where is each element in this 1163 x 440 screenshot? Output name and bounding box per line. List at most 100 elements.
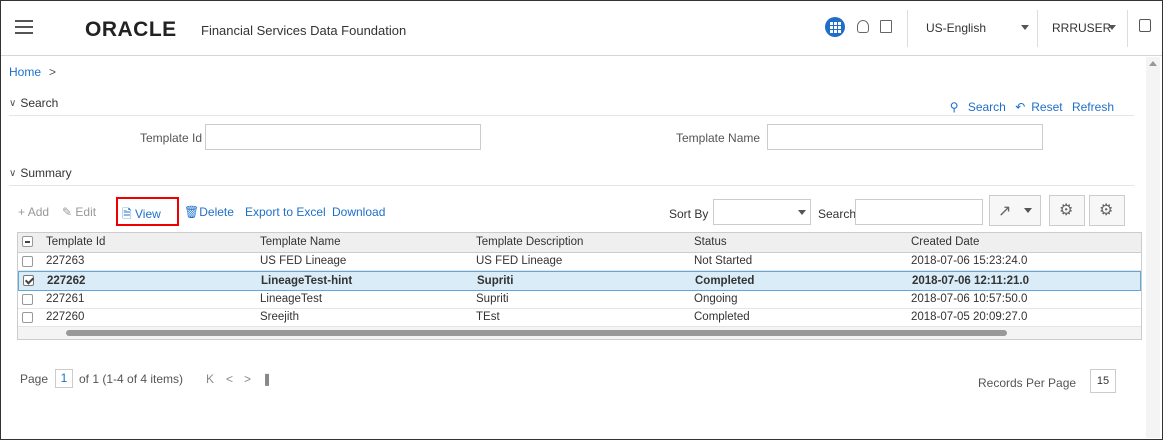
templates-table: Template Id Template Name Template Descr… (17, 232, 1142, 340)
column-header-created-date[interactable]: Created Date (911, 236, 979, 248)
previous-page-icon[interactable]: < (226, 372, 233, 386)
column-header-template-name[interactable]: Template Name (260, 236, 341, 248)
last-page-icon[interactable]: ❚ (262, 372, 272, 386)
scrollbar-thumb[interactable] (66, 330, 1007, 336)
breadcrumb: Home > (9, 65, 56, 79)
table-row[interactable]: 227261 LineageTest Supriti Ongoing 2018-… (18, 291, 1141, 309)
cell-template-description: TEst (476, 311, 500, 323)
add-button[interactable]: + Add (18, 205, 49, 219)
edit-label: Edit (75, 205, 97, 219)
template-id-input[interactable] (205, 124, 481, 150)
delete-label: Delete (199, 205, 234, 219)
template-id-label: Template Id (140, 131, 203, 145)
cell-created-date: 2018-07-06 12:11:21.0 (912, 275, 1030, 287)
header-divider (1037, 10, 1038, 47)
search-section-title: Search (20, 96, 59, 110)
table-row[interactable]: 227263 US FED Lineage US FED Lineage Not… (18, 253, 1141, 271)
table-row[interactable]: 227260 Sreejith TEst Completed 2018-07-0… (18, 309, 1141, 327)
cell-template-name: LineageTest-hint (261, 275, 353, 287)
search-link[interactable]: ⚲ Search (950, 100, 1006, 114)
cell-template-id: 227263 (46, 255, 85, 267)
table-row-selected[interactable]: 227262 LineageTest-hint Supriti Complete… (18, 271, 1141, 291)
cell-template-id: 227262 (47, 275, 86, 287)
first-page-icon[interactable]: K (206, 372, 214, 386)
summary-section-header[interactable]: ∨ Summary (9, 166, 1134, 186)
delete-button[interactable]: 🗑Delete (184, 205, 234, 219)
cell-created-date: 2018-07-06 10:57:50.0 (911, 293, 1028, 305)
cell-template-description: Supriti (477, 275, 514, 287)
user-menu[interactable]: RRRUSER (1052, 21, 1111, 35)
hamburger-menu-icon[interactable] (15, 20, 33, 34)
column-header-template-description[interactable]: Template Description (476, 236, 583, 248)
header-divider (1127, 10, 1128, 47)
header-divider (907, 10, 908, 47)
column-header-status[interactable]: Status (694, 236, 727, 248)
cell-status: Not Started (694, 255, 753, 267)
collapse-chevron-icon[interactable]: ∨ (9, 168, 16, 179)
user-profile-icon[interactable] (880, 20, 892, 33)
refresh-gear-icon: ⚙ (1099, 202, 1114, 219)
summary-section-title: Summary (20, 166, 72, 180)
cell-template-name: Sreejith (260, 311, 299, 323)
cell-template-description: US FED Lineage (476, 255, 563, 267)
horizontal-scrollbar[interactable] (18, 327, 1141, 339)
row-checkbox[interactable] (22, 256, 33, 267)
window-icon[interactable] (1139, 19, 1151, 32)
refresh-link[interactable]: Refresh (1072, 100, 1114, 114)
template-name-label: Template Name (676, 131, 761, 145)
share-icon: ↗ (998, 203, 1012, 220)
chevron-down-icon[interactable] (1108, 25, 1116, 30)
template-name-input[interactable] (767, 124, 1043, 150)
sort-by-label: Sort By (669, 207, 709, 221)
download-link[interactable]: Download (332, 205, 385, 219)
lock-icon[interactable] (857, 20, 869, 33)
main-content: Home > ∨ Search ⚲ Search ↶ Reset Refresh Te… (9, 57, 1144, 438)
cell-template-id: 227261 (46, 293, 85, 305)
cell-created-date: 2018-07-06 15:23:24.0 (911, 255, 1028, 267)
columns-gear-icon: ⚙ (1059, 202, 1074, 219)
chevron-down-icon[interactable] (1021, 25, 1029, 30)
oracle-logo: ORACLE (85, 18, 177, 41)
page-info: of 1 (1-4 of 4 items) (79, 372, 184, 386)
cell-template-description: Supriti (476, 293, 509, 305)
row-checkbox[interactable] (22, 294, 33, 305)
row-checkbox[interactable] (22, 312, 33, 323)
cell-status: Completed (695, 275, 755, 287)
records-per-page-label: Records Per Page (978, 376, 1077, 390)
breadcrumb-home[interactable]: Home (9, 65, 41, 79)
export-to-excel-link[interactable]: Export to Excel (245, 205, 326, 219)
edit-button[interactable]: ✎ Edit (62, 205, 96, 219)
select-all-checkbox[interactable] (22, 236, 33, 247)
cell-created-date: 2018-07-05 20:09:27.0 (911, 311, 1028, 323)
export-share-button[interactable]: ↗ (989, 195, 1041, 226)
table-header-row: Template Id Template Name Template Descr… (18, 233, 1141, 253)
vertical-scrollbar[interactable] (1146, 57, 1160, 438)
product-title: Financial Services Data Foundation (201, 23, 407, 38)
app-header: ORACLE Financial Services Data Foundatio… (1, 1, 1162, 56)
cell-template-id: 227260 (46, 311, 85, 323)
reset-link[interactable]: ↶ Reset (1015, 100, 1062, 114)
apps-grid-icon[interactable] (825, 17, 845, 37)
grid-search-label: Search (818, 207, 857, 221)
view-button[interactable]: 🗎 View (122, 205, 161, 226)
breadcrumb-chevron-icon: > (49, 65, 57, 79)
row-checkbox[interactable] (23, 275, 34, 286)
search-actions: ⚲ Search ↶ Reset Refresh (944, 100, 1114, 114)
chevron-down-icon (1024, 208, 1032, 213)
language-selector[interactable]: US-English (926, 21, 986, 35)
chevron-down-icon (798, 210, 806, 215)
refresh-settings-button[interactable]: ⚙ (1089, 195, 1125, 226)
grid-search-input[interactable] (855, 199, 983, 225)
column-header-template-id[interactable]: Template Id (46, 236, 105, 248)
page-label: Page (20, 372, 49, 386)
cell-status: Ongoing (694, 293, 738, 305)
column-settings-button[interactable]: ⚙ (1049, 195, 1085, 226)
cell-template-name: LineageTest (260, 293, 323, 305)
collapse-chevron-icon[interactable]: ∨ (9, 98, 16, 109)
scroll-up-icon[interactable] (1149, 61, 1157, 66)
next-page-icon[interactable]: > (244, 372, 251, 386)
page-number-input[interactable]: 1 (55, 369, 73, 388)
records-per-page-input[interactable]: 15 (1090, 369, 1116, 393)
sort-by-select[interactable] (713, 199, 811, 225)
pagination: Page 1 of 1 (1-4 of 4 items) K < > ❚ (20, 369, 272, 388)
